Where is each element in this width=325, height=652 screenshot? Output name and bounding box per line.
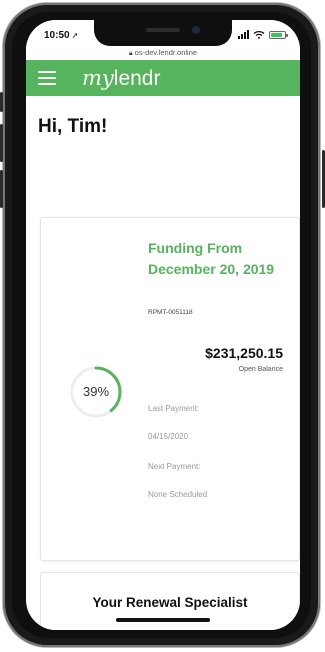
app-header: mylendr xyxy=(26,60,300,96)
url-text: os-dev.lendr.online xyxy=(134,48,198,57)
last-payment-value: 04/15/2020 xyxy=(148,432,189,441)
volume-down-button xyxy=(0,170,3,208)
progress-ring: 39% xyxy=(69,365,123,419)
funding-title[interactable]: Funding From December 20, 2019 xyxy=(148,238,293,280)
lock-icon: 🔒︎ xyxy=(128,50,133,57)
notch xyxy=(94,20,232,46)
status-icons xyxy=(238,30,288,39)
renewal-specialist-title: Your Renewal Specialist xyxy=(92,595,248,610)
home-indicator[interactable] xyxy=(116,618,210,622)
funding-card[interactable]: Funding From December 20, 2019 RPMT-0051… xyxy=(40,217,300,561)
phone-screen: 10:50 ➚ 🔒︎ os-dev.lendr.online mylendr Hi,… xyxy=(26,20,300,630)
silent-switch xyxy=(0,92,3,112)
status-time-text: 10:50 xyxy=(44,30,70,41)
logo-lendr: lendr xyxy=(113,67,161,90)
mylendr-logo[interactable]: mylendr xyxy=(82,66,160,91)
funding-reference: RPMT-0051118 xyxy=(148,309,193,316)
logo-my: my xyxy=(82,66,114,90)
url-bar[interactable]: 🔒︎ os-dev.lendr.online xyxy=(26,48,300,58)
open-balance-amount: $231,250.15 xyxy=(205,345,283,361)
progress-percent: 39% xyxy=(82,384,110,399)
front-camera xyxy=(192,26,200,34)
battery-icon xyxy=(269,30,288,39)
open-balance-label: Open Balance xyxy=(238,366,283,373)
wifi-icon xyxy=(253,31,265,39)
hamburger-icon[interactable] xyxy=(38,71,56,85)
speaker-grille xyxy=(146,28,180,32)
volume-up-button xyxy=(0,124,3,162)
greeting-heading: Hi, Tim! xyxy=(38,116,108,137)
next-payment-label: Next Payment: xyxy=(148,462,201,471)
status-time: 10:50 ➚ xyxy=(44,30,78,41)
last-payment-label: Last Payment: xyxy=(148,404,200,413)
signal-icon xyxy=(238,30,249,39)
location-arrow-icon: ➚ xyxy=(71,31,79,40)
next-payment-value: None Scheduled xyxy=(148,490,208,499)
